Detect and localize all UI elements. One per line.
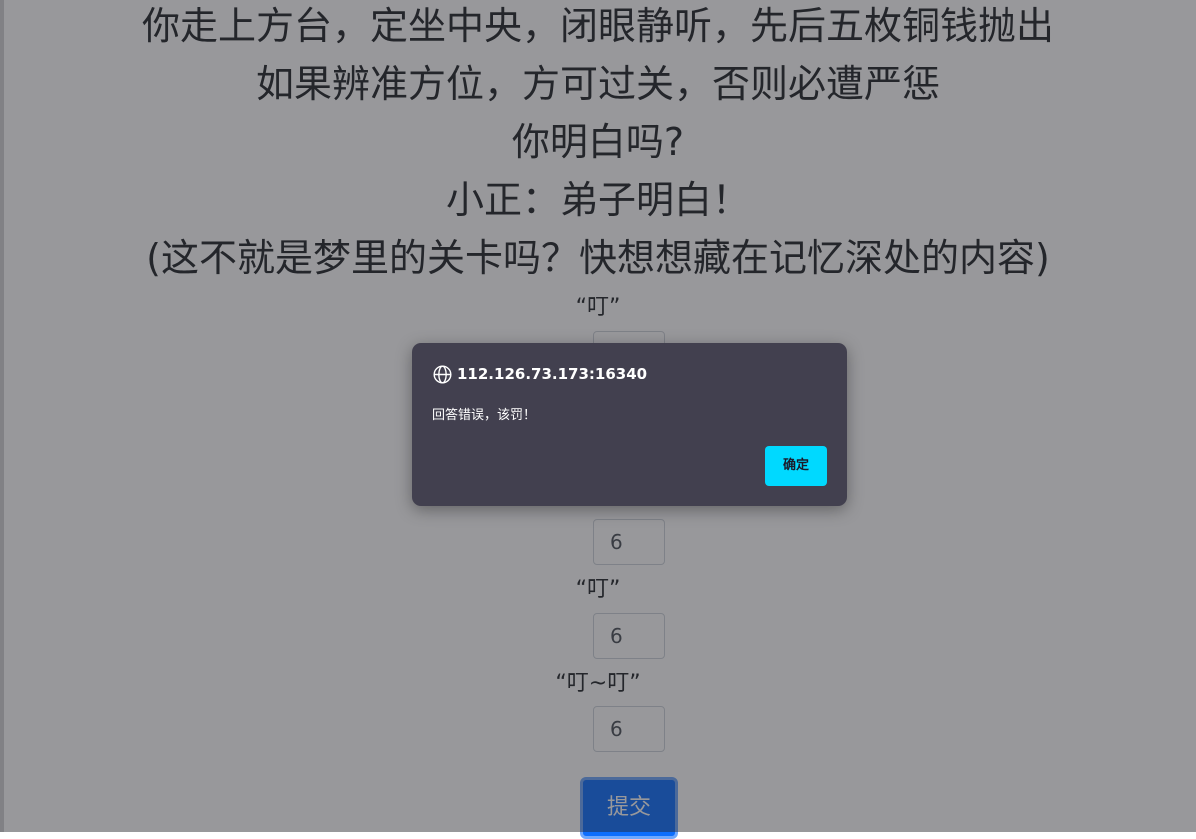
- alert-dialog: 112.126.73.173:16340 回答错误，该罚！ 确定: [412, 343, 847, 506]
- ok-button[interactable]: 确定: [765, 446, 827, 486]
- dialog-origin: 112.126.73.173:16340: [457, 365, 648, 383]
- globe-icon: [433, 364, 452, 384]
- dialog-header: 112.126.73.173:16340: [432, 363, 647, 385]
- dialog-message: 回答错误，该罚！: [432, 408, 537, 423]
- window-edge: [0, 0, 4, 832]
